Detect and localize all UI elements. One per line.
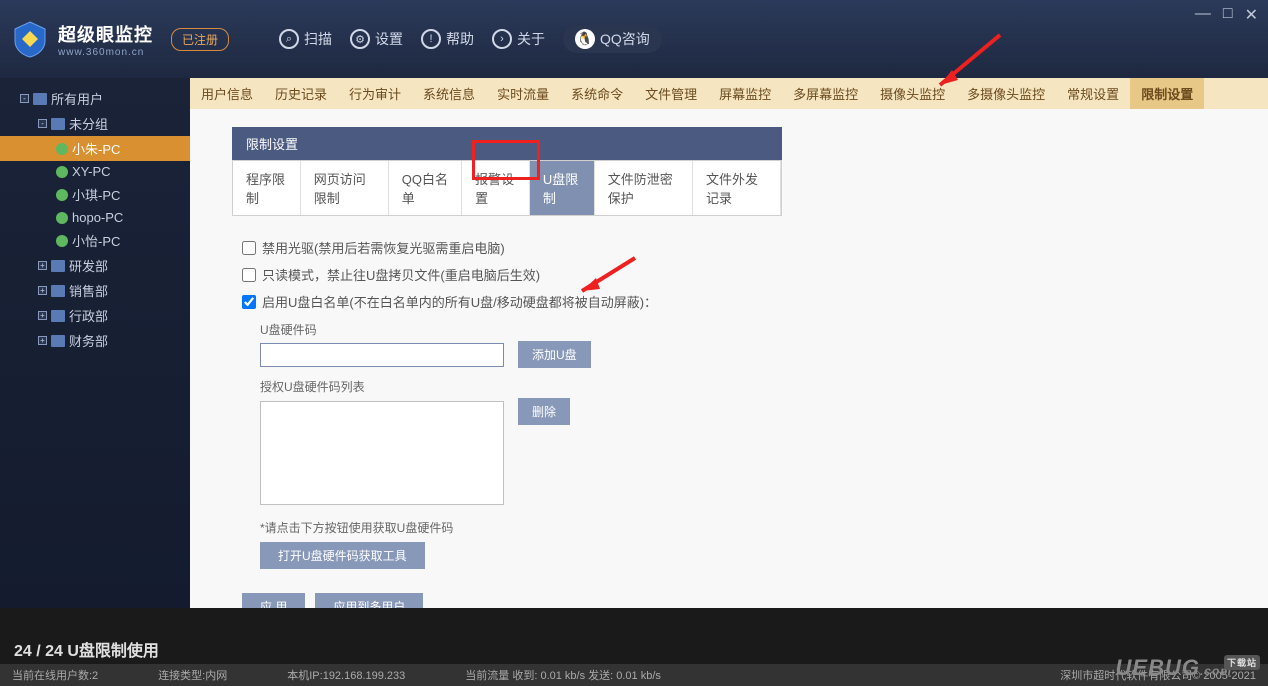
traffic-stats: 当前流量 收到: 0.01 kb/s 发送: 0.01 kb/s xyxy=(465,667,661,683)
user-tree-sidebar: -所有用户 -未分组 小朱-PC XY-PC 小琪-PC hopo-PC 小怡-… xyxy=(0,78,190,608)
restriction-panel: 限制设置 程序限制 网页访问限制 QQ白名单 报警设置 U盘限制 文件防泄密保护… xyxy=(232,127,782,608)
subtab-dlp[interactable]: 文件防泄密保护 xyxy=(595,161,693,215)
close-button[interactable]: ✕ xyxy=(1245,5,1258,25)
tree-dept[interactable]: +行政部 xyxy=(0,303,190,328)
expand-icon[interactable]: + xyxy=(38,286,47,295)
tab-sysinfo[interactable]: 系统信息 xyxy=(412,78,486,109)
about-button[interactable]: ›关于 xyxy=(492,29,545,49)
user-icon xyxy=(56,212,68,224)
tab-history[interactable]: 历史记录 xyxy=(264,78,338,109)
gear-icon: ⚙ xyxy=(350,29,370,49)
monitors-icon xyxy=(51,335,65,347)
expand-icon[interactable]: + xyxy=(38,336,47,345)
online-count: 当前在线用户数:2 xyxy=(12,667,98,683)
tree-dept[interactable]: +财务部 xyxy=(0,328,190,353)
maximize-button[interactable]: □ xyxy=(1223,5,1233,25)
help-button[interactable]: !帮助 xyxy=(421,29,474,49)
sub-tabbar: 程序限制 网页访问限制 QQ白名单 报警设置 U盘限制 文件防泄密保护 文件外发… xyxy=(232,160,782,216)
tab-traffic[interactable]: 实时流量 xyxy=(486,78,560,109)
search-icon: ⌕ xyxy=(279,29,299,49)
main-content: 用户信息 历史记录 行为审计 系统信息 实时流量 系统命令 文件管理 屏幕监控 … xyxy=(190,78,1268,608)
readonly-usb-checkbox[interactable] xyxy=(242,268,256,282)
disable-cdrom-row: 禁用光驱(禁用后若需恢复光驱需重启电脑) xyxy=(242,238,772,257)
user-icon xyxy=(56,143,68,155)
monitors-icon xyxy=(51,118,65,130)
qq-icon: 🐧 xyxy=(575,29,595,49)
app-title: 超级眼监控 xyxy=(58,21,153,47)
logo-area: 超级眼监控 www.360mon.cn 已注册 xyxy=(10,19,229,59)
usb-whitelist-row: 启用U盘白名单(不在白名单内的所有U盘/移动硬盘都将被自动屏蔽)： xyxy=(242,292,772,311)
authorized-usb-list[interactable] xyxy=(260,401,504,505)
user-icon xyxy=(56,189,68,201)
disable-cdrom-checkbox[interactable] xyxy=(242,241,256,255)
subtab-usb[interactable]: U盘限制 xyxy=(530,161,595,215)
monitors-icon xyxy=(51,285,65,297)
qq-consult-button[interactable]: 🐧QQ咨询 xyxy=(563,25,662,53)
subtab-program[interactable]: 程序限制 xyxy=(233,161,301,215)
tab-general[interactable]: 常规设置 xyxy=(1056,78,1130,109)
page-indicator: 24 / 24 U盘限制使用 xyxy=(0,634,1268,664)
tab-camera[interactable]: 摄像头监控 xyxy=(869,78,956,109)
about-icon: › xyxy=(492,29,512,49)
tab-user-info[interactable]: 用户信息 xyxy=(190,78,264,109)
usb-hwcode-input[interactable] xyxy=(260,343,504,367)
expand-icon[interactable]: + xyxy=(38,261,47,270)
tab-multiscreen[interactable]: 多屏幕监控 xyxy=(782,78,869,109)
main-tabbar: 用户信息 历史记录 行为审计 系统信息 实时流量 系统命令 文件管理 屏幕监控 … xyxy=(190,78,1268,109)
tab-filemgr[interactable]: 文件管理 xyxy=(634,78,708,109)
tree-root-all-users[interactable]: -所有用户 xyxy=(0,86,190,111)
user-icon xyxy=(56,235,68,247)
tab-syscmd[interactable]: 系统命令 xyxy=(560,78,634,109)
subtab-alarm[interactable]: 报警设置 xyxy=(462,161,530,215)
registration-badge: 已注册 xyxy=(171,28,229,51)
title-bar: 超级眼监控 www.360mon.cn 已注册 ⌕扫描 ⚙设置 !帮助 ›关于 … xyxy=(0,0,1268,78)
subtab-qq[interactable]: QQ白名单 xyxy=(389,161,462,215)
tree-host[interactable]: XY-PC xyxy=(0,161,190,182)
subtab-outgoing[interactable]: 文件外发记录 xyxy=(693,161,781,215)
connection-type: 连接类型:内网 xyxy=(158,667,227,683)
minimize-button[interactable]: — xyxy=(1195,5,1211,25)
tree-dept[interactable]: +研发部 xyxy=(0,253,190,278)
readonly-usb-row: 只读模式，禁止往U盘拷贝文件(重启电脑后生效) xyxy=(242,265,772,284)
top-toolbar: ⌕扫描 ⚙设置 !帮助 ›关于 🐧QQ咨询 xyxy=(279,25,662,53)
tree-dept[interactable]: +销售部 xyxy=(0,278,190,303)
delete-usb-button[interactable]: 删除 xyxy=(518,398,570,425)
window-controls: — □ ✕ xyxy=(1195,5,1258,25)
expand-icon[interactable]: + xyxy=(38,311,47,320)
hint-text: *请点击下方按钮使用获取U盘硬件码 xyxy=(260,519,772,536)
tree-host[interactable]: hopo-PC xyxy=(0,207,190,228)
tab-behavior[interactable]: 行为审计 xyxy=(338,78,412,109)
status-bar: 当前在线用户数:2 连接类型:内网 本机IP:192.168.199.233 当… xyxy=(0,664,1268,686)
subtab-web[interactable]: 网页访问限制 xyxy=(301,161,389,215)
local-ip: 本机IP:192.168.199.233 xyxy=(287,667,405,683)
tab-restriction[interactable]: 限制设置 xyxy=(1130,78,1204,109)
watermark: UEBUG.com 下载站 xyxy=(1116,655,1260,684)
tree-host[interactable]: 小怡-PC xyxy=(0,228,190,253)
open-hwcode-tool-button[interactable]: 打开U盘硬件码获取工具 xyxy=(260,542,425,569)
auth-list-label: 授权U盘硬件码列表 xyxy=(260,378,772,395)
apply-button[interactable]: 应 用 xyxy=(242,593,305,608)
help-icon: ! xyxy=(421,29,441,49)
apply-multi-button[interactable]: 应用到多用户 xyxy=(315,593,423,608)
tab-screen[interactable]: 屏幕监控 xyxy=(708,78,782,109)
hw-code-label: U盘硬件码 xyxy=(260,321,772,338)
monitors-icon xyxy=(51,260,65,272)
scan-button[interactable]: ⌕扫描 xyxy=(279,29,332,49)
panel-title: 限制设置 xyxy=(232,127,782,160)
app-url: www.360mon.cn xyxy=(58,47,153,58)
monitors-icon xyxy=(33,93,47,105)
tree-ungrouped[interactable]: -未分组 xyxy=(0,111,190,136)
collapse-icon[interactable]: - xyxy=(20,94,29,103)
user-icon xyxy=(56,166,68,178)
app-logo-icon xyxy=(10,19,50,59)
settings-button[interactable]: ⚙设置 xyxy=(350,29,403,49)
tree-host[interactable]: 小朱-PC xyxy=(0,136,190,161)
tab-multicamera[interactable]: 多摄像头监控 xyxy=(956,78,1056,109)
collapse-icon[interactable]: - xyxy=(38,119,47,128)
tree-host[interactable]: 小琪-PC xyxy=(0,182,190,207)
add-usb-button[interactable]: 添加U盘 xyxy=(518,341,591,368)
monitors-icon xyxy=(51,310,65,322)
usb-whitelist-checkbox[interactable] xyxy=(242,295,256,309)
